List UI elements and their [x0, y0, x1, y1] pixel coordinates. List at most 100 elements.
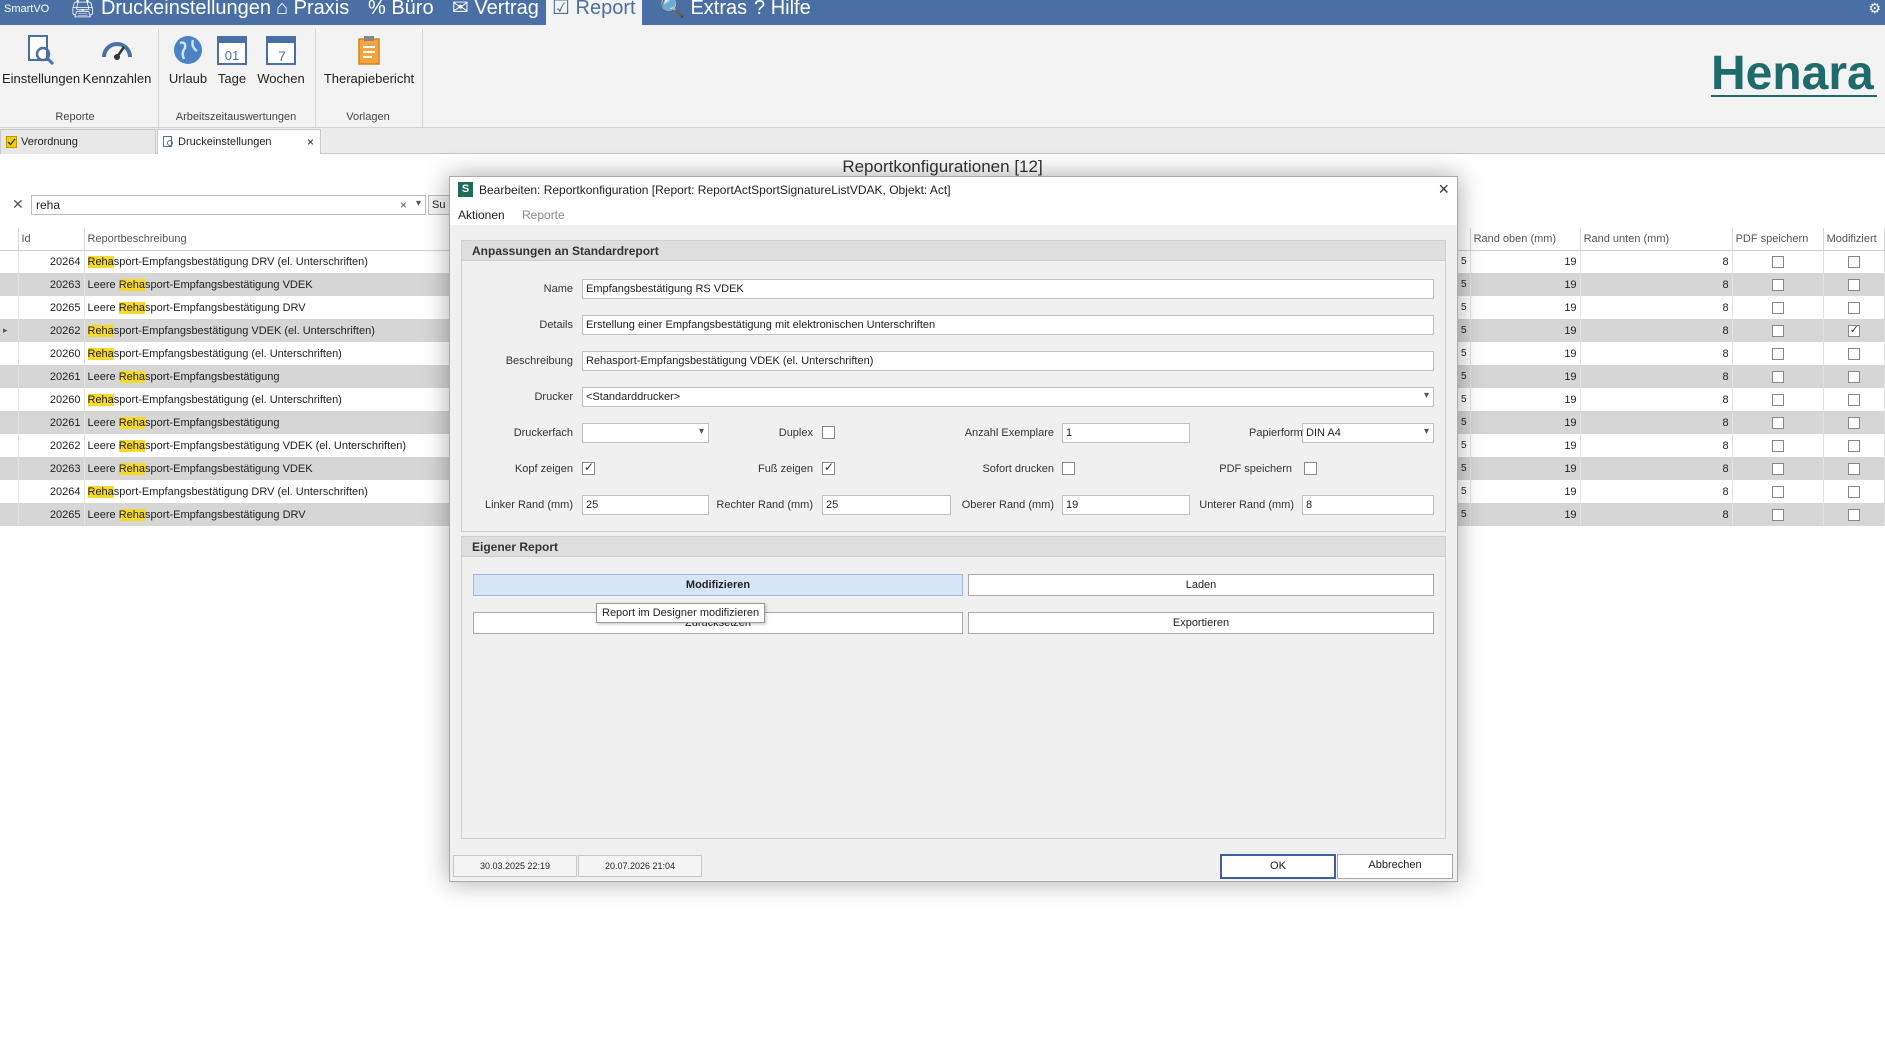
chevron-down-icon[interactable]: ▾	[416, 198, 421, 209]
modifiziert-checkbox[interactable]	[1847, 485, 1860, 498]
ribbon-button-wochen[interactable]: 7 Wochen	[256, 33, 306, 86]
modifiziert-checkbox[interactable]	[1847, 278, 1860, 291]
drucker-dropdown[interactable]: <Standarddrucker>	[582, 387, 1434, 407]
pdf-checkbox[interactable]	[1771, 347, 1784, 360]
menu-tab-buero[interactable]: % Büro	[362, 0, 440, 25]
table-row[interactable]: 5 19 8	[1458, 388, 1885, 411]
pdf-checkbox[interactable]	[1771, 324, 1784, 337]
table-row[interactable]: 20260 Rehasport-Empfangsbestätigung (el. …	[0, 342, 452, 365]
table-row[interactable]: 5 19 8	[1458, 503, 1885, 526]
ribbon-button-therapiebericht[interactable]: Therapiebericht	[322, 33, 416, 86]
abbrechen-button[interactable]: Abbrechen	[1337, 854, 1453, 879]
modifiziert-checkbox[interactable]	[1847, 439, 1860, 452]
sofort-drucken-checkbox[interactable]	[1062, 462, 1075, 475]
pdf-checkbox[interactable]	[1771, 393, 1784, 406]
pdf-checkbox[interactable]	[1771, 462, 1784, 475]
table-row[interactable]: 20265 Leere Rehasport-Empfangsbestätigung…	[0, 503, 452, 526]
column-header-reportbeschreibung[interactable]: Reportbeschreibung	[84, 228, 452, 251]
modifiziert-checkbox[interactable]	[1847, 301, 1860, 314]
pdf-checkbox[interactable]	[1771, 416, 1784, 429]
table-row[interactable]: ▸ 20262 Rehasport-Empfangsbestätigung VDEK…	[0, 319, 452, 342]
table-row[interactable]: 5 19 8	[1458, 273, 1885, 296]
ribbon-button-tage[interactable]: 01 Tage	[212, 33, 252, 86]
menu-tab-praxis[interactable]: ⌂ Praxis	[270, 0, 355, 25]
table-row[interactable]: 20265 Leere Rehasport-Empfangsbestätigung…	[0, 296, 452, 319]
modifiziert-checkbox[interactable]	[1847, 347, 1860, 360]
oberer-rand-field[interactable]: 19	[1062, 495, 1190, 515]
globe-icon	[174, 36, 202, 64]
exportieren-button[interactable]: Exportieren	[968, 612, 1434, 634]
table-row[interactable]: 20264 Rehasport-Empfangsbestätigung DRV (…	[0, 250, 452, 273]
menu-tab-report[interactable]: ☑ Report	[546, 0, 642, 25]
close-icon[interactable]: ×	[307, 130, 314, 154]
column-header-id[interactable]: Id	[18, 228, 85, 251]
column-header-pdf-speichern[interactable]: PDF speichern	[1732, 228, 1824, 251]
duplex-checkbox[interactable]	[822, 426, 835, 439]
table-row[interactable]: 5 19 8	[1458, 480, 1885, 503]
table-row[interactable]: 5 19 8	[1458, 434, 1885, 457]
gear-icon[interactable]: ⚙	[1868, 0, 1881, 17]
pdf-checkbox[interactable]	[1771, 439, 1784, 452]
modifiziert-checkbox[interactable]	[1847, 370, 1860, 383]
anzahl-exemplare-field[interactable]: 1	[1062, 423, 1190, 443]
menu-tab-vertrag[interactable]: ✉ Vertrag	[446, 0, 545, 25]
druckerfach-dropdown[interactable]	[582, 423, 709, 443]
menu-tab-extras[interactable]: 🔍 Extras	[654, 0, 753, 25]
laden-button[interactable]: Laden	[968, 574, 1434, 596]
search-input[interactable]: reha × ▾	[31, 195, 426, 215]
modifiziert-checkbox[interactable]	[1847, 255, 1860, 268]
clear-icon[interactable]: ×	[400, 198, 407, 212]
linker-rand-field[interactable]: 25	[582, 495, 709, 515]
table-row[interactable]: 5 19 8	[1458, 457, 1885, 480]
close-icon[interactable]: ×	[1438, 179, 1449, 200]
kopf-zeigen-checkbox[interactable]	[582, 460, 595, 475]
table-row[interactable]: 20260 Rehasport-Empfangsbestätigung (el. …	[0, 388, 452, 411]
column-header-modifiziert[interactable]: Modifiziert	[1823, 228, 1885, 251]
pdf-checkbox[interactable]	[1771, 485, 1784, 498]
column-header-rand-unten[interactable]: Rand unten (mm)	[1580, 228, 1733, 251]
doc-tab-verordnung[interactable]: Verordnung	[0, 129, 156, 154]
menu-tab-druckeinstellungen[interactable]: 🖨 Druckeinstellungen	[64, 0, 277, 25]
pdf-checkbox[interactable]	[1771, 255, 1784, 268]
beschreibung-field[interactable]: Rehasport-Empfangsbestätigung VDEK (el. …	[582, 351, 1434, 371]
table-row[interactable]: 20261 Leere Rehasport-Empfangsbestätigung	[0, 411, 452, 434]
pdf-checkbox[interactable]	[1771, 370, 1784, 383]
table-row[interactable]: 5 19 8	[1458, 342, 1885, 365]
table-row[interactable]: 20264 Rehasport-Empfangsbestätigung DRV (…	[0, 480, 452, 503]
table-row[interactable]: 5 19 8	[1458, 250, 1885, 273]
table-row[interactable]: 20261 Leere Rehasport-Empfangsbestätigung	[0, 365, 452, 388]
table-row[interactable]: 5 19 8	[1458, 365, 1885, 388]
doc-tab-druckeinstellungen[interactable]: Druckeinstellungen ×	[157, 129, 321, 154]
unterer-rand-field[interactable]: 8	[1302, 495, 1434, 515]
modifiziert-checkbox[interactable]	[1847, 416, 1860, 429]
pdf-checkbox[interactable]	[1771, 301, 1784, 314]
clear-search-icon[interactable]: ✕	[12, 196, 24, 213]
table-row[interactable]: 20263 Leere Rehasport-Empfangsbestätigung…	[0, 273, 452, 296]
table-row[interactable]: 20262 Leere Rehasport-Empfangsbestätigung…	[0, 434, 452, 457]
details-field[interactable]: Erstellung einer Empfangsbestätigung mit…	[582, 315, 1434, 335]
fuss-zeigen-checkbox[interactable]	[822, 460, 835, 475]
modifiziert-checkbox[interactable]	[1847, 323, 1860, 337]
pdf-checkbox[interactable]	[1771, 278, 1784, 291]
ribbon-button-kennzahlen[interactable]: Kennzahlen	[82, 33, 152, 86]
papierformat-dropdown[interactable]: DIN A4	[1302, 423, 1434, 443]
menu-aktionen[interactable]: Aktionen	[458, 208, 505, 222]
table-row[interactable]: 5 19 8	[1458, 319, 1885, 342]
table-row[interactable]: 20263 Leere Rehasport-Empfangsbestätigung…	[0, 457, 452, 480]
modifiziert-checkbox[interactable]	[1847, 393, 1860, 406]
name-field[interactable]: Empfangsbestätigung RS VDEK	[582, 279, 1434, 299]
ribbon-button-urlaub[interactable]: Urlaub	[165, 33, 211, 86]
table-row[interactable]: 5 19 8	[1458, 296, 1885, 319]
modifizieren-button[interactable]: Modifizieren	[473, 574, 963, 596]
ribbon-button-einstellungen[interactable]: Einstellungen	[2, 33, 80, 86]
column-header-rand-oben[interactable]: Rand oben (mm)	[1470, 228, 1581, 251]
pdf-checkbox[interactable]	[1771, 508, 1784, 521]
menu-reporte[interactable]: Reporte	[522, 208, 565, 222]
modifiziert-checkbox[interactable]	[1847, 462, 1860, 475]
table-row[interactable]: 5 19 8	[1458, 411, 1885, 434]
modifiziert-checkbox[interactable]	[1847, 508, 1860, 521]
clipboard-icon	[358, 36, 380, 65]
ok-button[interactable]: OK	[1220, 854, 1336, 879]
menu-tab-hilfe[interactable]: ? Hilfe	[748, 0, 817, 25]
pdf-speichern-checkbox[interactable]	[1304, 462, 1317, 475]
